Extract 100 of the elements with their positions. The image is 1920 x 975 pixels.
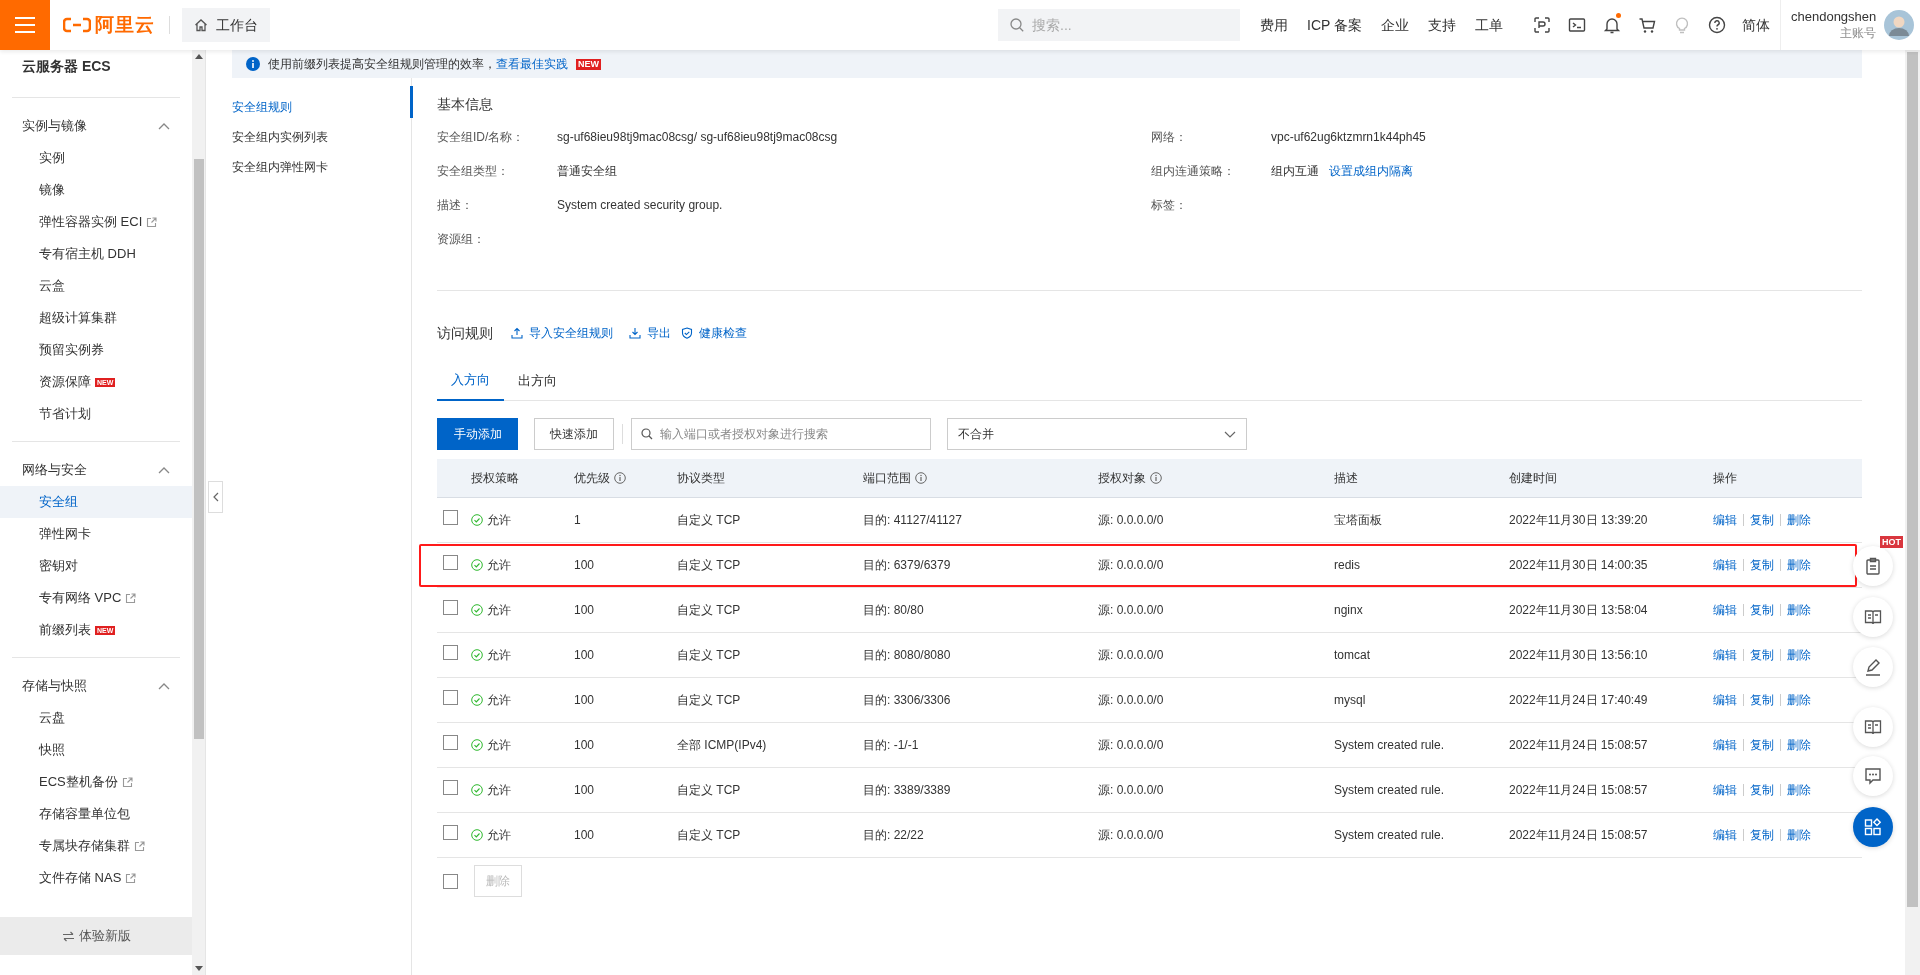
- sidebar-item[interactable]: 快照: [0, 734, 192, 766]
- floating-button[interactable]: [1853, 756, 1893, 796]
- scrollbar-thumb[interactable]: [193, 159, 204, 739]
- checkbox[interactable]: [443, 599, 458, 615]
- subnav-item[interactable]: 安全组内弹性网卡: [232, 152, 402, 182]
- row-action-link[interactable]: 复制: [1750, 691, 1774, 709]
- row-action-link[interactable]: 删除: [1787, 511, 1811, 529]
- row-action-link[interactable]: 复制: [1750, 556, 1774, 574]
- sidebar-group-header[interactable]: 网络与安全: [12, 454, 180, 486]
- sidebar-item[interactable]: 超级计算集群: [0, 302, 192, 334]
- row-action-link[interactable]: 复制: [1750, 826, 1774, 844]
- column-header: 协议类型: [677, 470, 725, 487]
- row-action-link[interactable]: 复制: [1750, 781, 1774, 799]
- row-action-link[interactable]: 编辑: [1713, 826, 1737, 844]
- sidebar-item[interactable]: 节省计划: [0, 398, 192, 430]
- subnav-item[interactable]: 安全组规则: [232, 92, 402, 122]
- row-action-link[interactable]: 编辑: [1713, 736, 1737, 754]
- sidebar-item[interactable]: 云盒: [0, 270, 192, 302]
- subnav-item[interactable]: 安全组内实例列表: [232, 122, 402, 152]
- sidebar-item[interactable]: 文件存储 NAS: [0, 862, 192, 894]
- sidebar-item[interactable]: 预留实例券: [0, 334, 192, 366]
- isolation-link[interactable]: 设置成组内隔离: [1329, 162, 1413, 180]
- row-action-link[interactable]: 删除: [1787, 826, 1811, 844]
- help-button[interactable]: [1708, 16, 1726, 34]
- row-action-link[interactable]: 编辑: [1713, 511, 1737, 529]
- floating-button[interactable]: [1853, 597, 1893, 637]
- row-action-link[interactable]: 删除: [1787, 601, 1811, 619]
- table-cell: System created rule.: [1334, 738, 1445, 752]
- rule-action-link[interactable]: 导出: [629, 324, 671, 342]
- row-action-link[interactable]: 编辑: [1713, 601, 1737, 619]
- row-action-link[interactable]: 复制: [1750, 736, 1774, 754]
- checkbox[interactable]: [443, 554, 458, 570]
- floating-button[interactable]: [1853, 647, 1893, 687]
- nav-link[interactable]: 工单: [1475, 14, 1503, 36]
- row-action-link[interactable]: 编辑: [1713, 781, 1737, 799]
- sidebar-item[interactable]: 存储容量单位包: [0, 798, 192, 830]
- row-action-link[interactable]: 复制: [1750, 511, 1774, 529]
- row-action-link[interactable]: 编辑: [1713, 556, 1737, 574]
- scan-frame-button[interactable]: [1533, 16, 1551, 34]
- checkbox[interactable]: [443, 734, 458, 750]
- sidebar-item[interactable]: 实例: [0, 142, 192, 174]
- bulb-button[interactable]: [1673, 16, 1691, 34]
- sidebar-group-header[interactable]: 实例与镜像: [12, 110, 180, 142]
- sidebar-item[interactable]: ECS整机备份: [0, 766, 192, 798]
- swap-icon: [61, 930, 75, 942]
- cart-button[interactable]: [1638, 16, 1656, 34]
- terminal-button[interactable]: [1568, 16, 1586, 34]
- sidebar-collapse-button[interactable]: [208, 481, 223, 513]
- checkbox[interactable]: [443, 824, 458, 840]
- nav-link[interactable]: 支持: [1428, 14, 1456, 36]
- row-action-link[interactable]: 删除: [1787, 781, 1811, 799]
- rule-action-link[interactable]: 导入安全组规则: [511, 324, 613, 342]
- sidebar-item[interactable]: 安全组: [0, 486, 192, 518]
- sidebar-item[interactable]: 弹性网卡: [0, 518, 192, 550]
- merge-select[interactable]: 不合并: [947, 418, 1247, 450]
- row-action-link[interactable]: 删除: [1787, 646, 1811, 664]
- sidebar-item[interactable]: 镜像: [0, 174, 192, 206]
- language-link[interactable]: 简体: [1742, 14, 1770, 36]
- menu-button[interactable]: [0, 0, 50, 50]
- page-scrollbar[interactable]: [1905, 50, 1920, 975]
- checkbox[interactable]: [443, 779, 458, 795]
- floating-button[interactable]: [1853, 707, 1893, 747]
- floating-button[interactable]: [1853, 546, 1893, 586]
- direction-tab[interactable]: 入方向: [437, 360, 504, 401]
- sidebar-item[interactable]: 专有网络 VPC: [0, 582, 192, 614]
- row-action-link[interactable]: 删除: [1787, 691, 1811, 709]
- nav-link[interactable]: ICP 备案: [1307, 14, 1362, 36]
- nav-link[interactable]: 费用: [1260, 14, 1288, 36]
- row-action-link[interactable]: 删除: [1787, 736, 1811, 754]
- table-cell: 宝塔面板: [1334, 513, 1382, 527]
- rule-search-field[interactable]: 输入端口或者授权对象进行搜索: [631, 418, 931, 450]
- checkbox[interactable]: [443, 644, 458, 660]
- workbench-button[interactable]: 工作台: [182, 8, 270, 42]
- avatar[interactable]: [1884, 10, 1915, 40]
- sidebar-item[interactable]: 弹性容器实例 ECI: [0, 206, 192, 238]
- direction-tab[interactable]: 出方向: [504, 360, 571, 401]
- row-action-link[interactable]: 编辑: [1713, 646, 1737, 664]
- floating-button[interactable]: [1853, 807, 1893, 847]
- manual-add-button[interactable]: 手动添加: [437, 418, 518, 450]
- row-action-link[interactable]: 复制: [1750, 646, 1774, 664]
- sidebar-group-header[interactable]: 存储与快照: [12, 670, 180, 702]
- field-value: vpc-uf62ug6ktzmrn1k44ph45: [1271, 129, 1426, 146]
- rule-action-link[interactable]: 健康检查: [681, 324, 747, 342]
- checkbox[interactable]: [443, 689, 458, 705]
- nav-link[interactable]: 企业: [1381, 14, 1409, 36]
- scrollbar-thumb[interactable]: [1907, 52, 1918, 907]
- row-action-link[interactable]: 复制: [1750, 601, 1774, 619]
- bell-button[interactable]: [1603, 16, 1621, 34]
- quick-add-button[interactable]: 快速添加: [534, 418, 614, 450]
- sidebar-scrollbar[interactable]: [192, 50, 205, 975]
- try-new-version-button[interactable]: 体验新版: [0, 917, 192, 955]
- best-practice-link[interactable]: 查看最佳实践: [496, 57, 568, 71]
- row-action-link[interactable]: 删除: [1787, 556, 1811, 574]
- sidebar-item[interactable]: 云盘: [0, 702, 192, 734]
- sidebar-item[interactable]: 专有宿主机 DDH: [0, 238, 192, 270]
- row-action-link[interactable]: 编辑: [1713, 691, 1737, 709]
- search-field[interactable]: 搜索...: [998, 9, 1240, 41]
- checkbox[interactable]: [443, 509, 458, 525]
- sidebar-item[interactable]: 密钥对: [0, 550, 192, 582]
- sidebar-item[interactable]: 专属块存储集群: [0, 830, 192, 862]
